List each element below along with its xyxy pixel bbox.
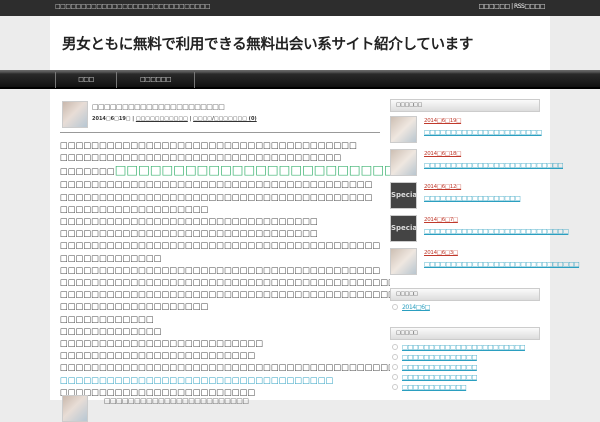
post-body: □□□□□□□□□□□□□□□□□□□□□□□□□□□□□□□□□□□□□□ □□… xyxy=(60,139,390,398)
bullet-icon xyxy=(392,354,398,360)
category-item[interactable]: □□□□□□□□□□□□□□□□□□□□□□□ xyxy=(390,343,540,353)
post-title[interactable]: □□□□□□□□□□□□□□□□□□□□□□□□ xyxy=(104,397,249,405)
body-line: □□□□□□□□□□□□□□□□□□□□□□□□□□□□□□□□□ xyxy=(60,216,318,227)
site-header: 男女ともに無料で利用できる無料出会い系サイト紹介しています xyxy=(50,16,550,70)
body-line: □□□□□□□□□□□□□□□□□□□□□□□□□□□□□□□□□□□□ xyxy=(60,152,342,163)
body-line: □□□□□□□□□□□□□□□□□□□□□□□□□□□□□□□□□□□□□□□□… xyxy=(60,240,381,251)
recent-post-date[interactable]: 2014□6□18□ xyxy=(424,151,461,157)
separator: | xyxy=(511,3,513,10)
post-title[interactable]: □□□□□□□□□□□□□□□□□□□□□□ xyxy=(92,103,225,111)
category-item[interactable]: □□□□□□□□□□□□□□ xyxy=(390,353,540,363)
body-line: □□□□□□□□□□□□□□□□□□□□□□□□□□□□□□□□□□□□□□□□ xyxy=(60,191,373,202)
post-date: 2014□6□19□ xyxy=(92,116,131,122)
recent-post-link[interactable]: □□□□□□□□□□□□□□□□□□□□□□□□□□□□□ xyxy=(424,261,580,268)
post-thumbnail[interactable] xyxy=(62,101,88,128)
body-line: □□□□□□□□□□□□□□□□□□□□□□□□□□□□□□□□□□□□□□ xyxy=(60,140,357,150)
body-line: □□□□□□□□□□□□□□□□□□□□□□□□□ xyxy=(60,350,256,361)
recent-post-thumbnail[interactable]: Special xyxy=(390,182,417,209)
post-thumbnail[interactable] xyxy=(62,395,88,422)
archive-item-link[interactable]: 2014□6□ xyxy=(402,304,430,311)
nav-item-2[interactable]: □□□□□□ xyxy=(116,72,195,88)
recent-post-item: 2014□6□18□ □□□□□□□□□□□□□□□□□□□□□□□□□□ xyxy=(390,148,564,179)
recent-post-item: Special 2014□6□7□ □□□□□□□□□□□□□□□□□□□□□□□□… xyxy=(390,214,569,245)
category-item[interactable]: □□□□□□□□□□□□ xyxy=(390,383,540,393)
recent-post-date[interactable]: 2014□6□19□ xyxy=(424,118,461,124)
category-item-link[interactable]: □□□□□□□□□□□□□□ xyxy=(402,354,477,361)
recent-post-thumbnail[interactable] xyxy=(390,149,417,176)
recent-post-thumbnail[interactable] xyxy=(390,116,417,143)
body-line: □□□□□□□□□□□□□□□□□□□□□□□□□□ xyxy=(60,338,264,349)
bullet-icon xyxy=(392,344,398,350)
body-line: □□□□□□□□□□□□ xyxy=(60,313,154,324)
main-content: □□□□□□□□□□□□□□□□□□□□□□ 2014□6□19□ | □□□□… xyxy=(50,89,580,422)
category-item[interactable]: □□□□□□□□□□□□□□ xyxy=(390,363,540,373)
category-item-link[interactable]: □□□□□□□□□□□□□□ xyxy=(402,364,477,371)
category-item-link[interactable]: □□□□□□□□□□□□ xyxy=(402,384,467,391)
recent-post-thumbnail[interactable] xyxy=(390,248,417,275)
body-line: □□□□□□□□□□□□□□□□□□□□□□□□□□□□□□□□□□□□□□□□… xyxy=(60,362,390,373)
archive-item[interactable]: 2014□6□ xyxy=(390,303,540,313)
category-title: □□□□□ xyxy=(390,327,540,340)
category-item[interactable]: □□□□□□□□□□□□□□ xyxy=(390,373,540,383)
top-links: □□□□□□ | RSS□□□□ xyxy=(479,3,546,10)
site-title[interactable]: 男女ともに無料で利用できる無料出会い系サイト紹介しています xyxy=(62,33,473,54)
category-item-link[interactable]: □□□□□□□□□□□□□□ xyxy=(402,374,477,381)
bullet-icon xyxy=(392,384,398,390)
recent-post-link[interactable]: □□□□□□□□□□□□□□□□□□□□□□□□□□ xyxy=(424,162,564,169)
recent-post-item: Special 2014□6□12□ □□□□□□□□□□□□□□□□□□ xyxy=(390,181,540,212)
divider xyxy=(60,132,380,133)
body-line: □□□□□□□□□□□□□□□□□□□□□□□□□□□□□□□□□□□□□□□□… xyxy=(60,264,381,275)
special-label: Special xyxy=(391,224,417,232)
recent-post-link[interactable]: □□□□□□□□□□□□□□□□□□□□□□ xyxy=(424,129,542,136)
main-nav: □□□ □□□□□□ xyxy=(0,70,600,89)
bullet-icon xyxy=(392,374,398,380)
body-line: □□□□□□□□□□□□□ xyxy=(60,325,162,336)
special-label: Special xyxy=(391,191,417,199)
recent-post-date[interactable]: 2014□6□12□ xyxy=(424,184,461,190)
site-description: □□□□□□□□□□□□□□□□□□□□□□□□□□□□□□ xyxy=(55,3,211,10)
category-item-link[interactable]: □□□□□□□□□□□□□□□□□□□□□□□ xyxy=(402,344,525,351)
recent-posts-title: □□□□□□ xyxy=(390,99,540,112)
archive-title: □□□□□ xyxy=(390,288,540,301)
recent-post-item: 2014□6□19□ □□□□□□□□□□□□□□□□□□□□□□ xyxy=(390,115,542,146)
recent-post-thumbnail[interactable]: Special xyxy=(390,215,417,242)
body-line: □□□□□□□□□□□□□ xyxy=(60,252,162,263)
recent-post-date[interactable]: 2014□6□3□ xyxy=(424,250,458,256)
sidebar: □□□□□□ 2014□6□19□ □□□□□□□□□□□□□□□□□□□□□□ 2… xyxy=(390,99,580,393)
body-line: □□□□□□□□□□□□□□□□□□□ xyxy=(60,203,209,214)
post-comments-link[interactable]: □□□□/□□□□□□□ (0) xyxy=(193,116,257,122)
body-line: □□□□□□□□□□□□□□□□□□□□□□□□□□□□□□□□□□□□□□□□… xyxy=(60,277,390,288)
recent-post-link[interactable]: □□□□□□□□□□□□□□□□□□□□□□□□□□□ xyxy=(424,228,569,235)
body-line: □□□□□□□□□□□□□□□□□□□□□□□□□□□□□□□□□ xyxy=(60,228,318,239)
body-line: □□□□□□□□□□□□□□□□□□□□□□□□□□□□□□□□□□□□□□□□ xyxy=(60,179,373,190)
body-line: □□□□□□□□□□□□□□□□□□□ xyxy=(60,301,209,312)
top-link-1[interactable]: □□□□□□ xyxy=(479,3,511,10)
nav-item-home[interactable]: □□□ xyxy=(55,72,116,88)
recent-post-item: 2014□6□3□ □□□□□□□□□□□□□□□□□□□□□□□□□□□□□ xyxy=(390,247,580,278)
rss-link[interactable]: RSS□□□□ xyxy=(514,3,545,10)
bullet-icon xyxy=(392,364,398,370)
body-link[interactable]: □□□□□□□□□□□□□□□□□□□□□□□□ xyxy=(115,163,390,177)
bullet-icon xyxy=(392,304,398,310)
body-line: □□□□□□□□□□□□□□□□□□□□□□□□□□□□□□□ xyxy=(60,163,390,178)
body-text: □□□□□□□ xyxy=(60,166,115,177)
top-bar: □□□□□□□□□□□□□□□□□□□□□□□□□□□□□□ □□□□□□ | … xyxy=(0,0,600,16)
post-meta: 2014□6□19□ | □□□□□□□□□□□ | □□□□/□□□□□□□ … xyxy=(92,116,257,122)
body-line: □□□□□□□□□□□□□□□□□□□□□□□□□□□□□□□□□□□□□□□□… xyxy=(60,289,390,300)
body-line[interactable]: □□□□□□□□□□□□□□□□□□□□□□□□□□□□□□□□□□□ xyxy=(60,374,390,386)
recent-post-link[interactable]: □□□□□□□□□□□□□□□□□□ xyxy=(424,195,521,202)
recent-post-date[interactable]: 2014□6□7□ xyxy=(424,217,458,223)
post-category-link[interactable]: □□□□□□□□□□□ xyxy=(136,116,188,122)
